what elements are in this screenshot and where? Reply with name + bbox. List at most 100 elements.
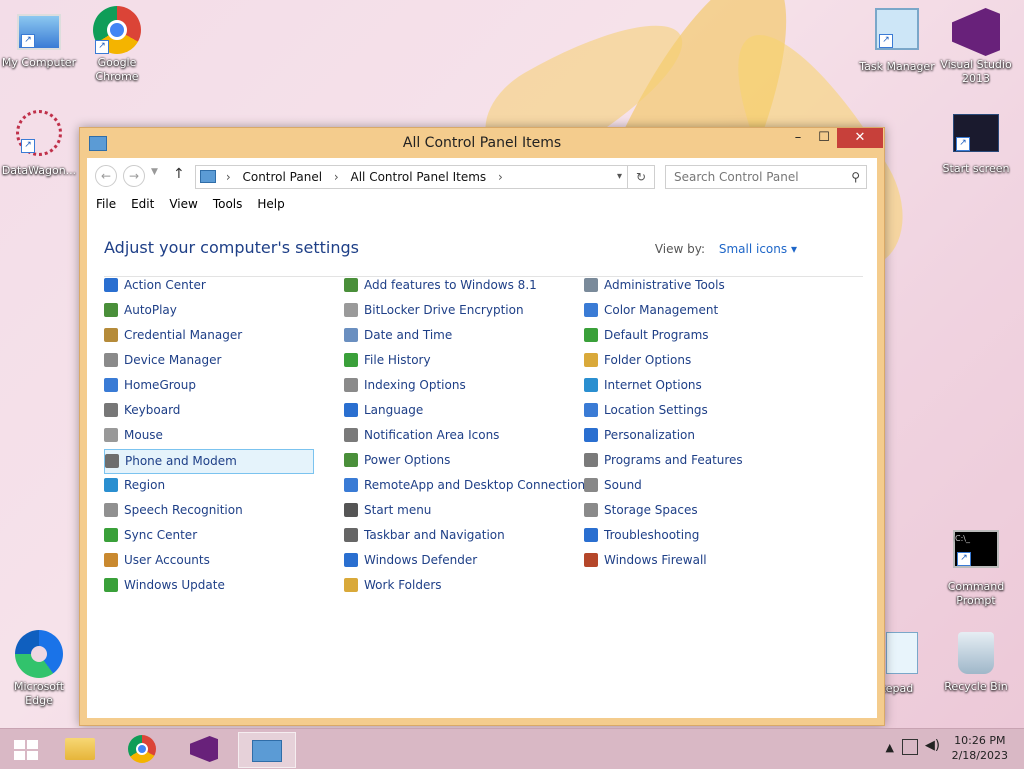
start-button[interactable] — [4, 732, 48, 766]
cp-item-label: File History — [364, 353, 431, 367]
cp-item-user-accounts[interactable]: User Accounts — [104, 549, 314, 574]
cp-item-label: Default Programs — [604, 328, 709, 342]
cp-item-windows-firewall[interactable]: Windows Firewall — [584, 549, 794, 574]
volume-icon[interactable]: ◀) — [925, 738, 940, 753]
cp-item-device-manager[interactable]: Device Manager — [104, 349, 314, 374]
cp-item-label: Sound — [604, 478, 642, 492]
start-menu-icon — [344, 503, 358, 517]
cp-item-indexing-options[interactable]: Indexing Options — [344, 374, 554, 399]
cp-item-windows-update[interactable]: Windows Update — [104, 574, 314, 599]
menu-view[interactable]: View — [169, 197, 197, 211]
cp-item-taskbar-and-navigation[interactable]: Taskbar and Navigation — [344, 524, 554, 549]
desktop-icon-recycle-bin[interactable]: Recycle Bin — [937, 632, 1015, 694]
taskbar-file-explorer[interactable] — [58, 732, 102, 766]
cp-item-date-and-time[interactable]: Date and Time — [344, 324, 554, 349]
cp-item-notification-area-icons[interactable]: Notification Area Icons — [344, 424, 554, 449]
cp-item-sound[interactable]: Sound — [584, 474, 794, 499]
show-hidden-icons[interactable]: ▲ — [886, 741, 894, 754]
menu-edit[interactable]: Edit — [131, 197, 154, 211]
cp-item-color-management[interactable]: Color Management — [584, 299, 794, 324]
cp-item-remoteapp-and-desktop-connections[interactable]: RemoteApp and Desktop Connections — [344, 474, 591, 499]
cp-item-power-options[interactable]: Power Options — [344, 449, 554, 474]
control-panel-window: All Control Panel Items – ☐ ✕ ← → ▼ ↑ › … — [79, 127, 885, 726]
desktop-icon-command-prompt[interactable]: C:\_ ↗ Command Prompt — [937, 530, 1015, 608]
maximize-button[interactable]: ☐ — [810, 128, 838, 148]
cp-item-start-menu[interactable]: Start menu — [344, 499, 554, 524]
cp-item-language[interactable]: Language — [344, 399, 554, 424]
cp-item-homegroup[interactable]: HomeGroup — [104, 374, 314, 399]
cp-item-personalization[interactable]: Personalization — [584, 424, 794, 449]
cp-item-label: HomeGroup — [124, 378, 196, 392]
cp-item-default-programs[interactable]: Default Programs — [584, 324, 794, 349]
search-input[interactable]: Search Control Panel ⚲ — [665, 165, 867, 189]
chevron-down-icon[interactable]: ▾ — [617, 166, 622, 188]
cp-item-label: Credential Manager — [124, 328, 243, 342]
date-and-time-icon — [344, 328, 358, 342]
cp-item-label: Region — [124, 478, 166, 492]
desktop-icon-datawagon[interactable]: ↗ DataWagon... — [0, 110, 78, 178]
network-icon[interactable] — [902, 739, 918, 755]
cp-item-windows-defender[interactable]: Windows Defender — [344, 549, 554, 574]
address-bar[interactable]: › Control Panel › All Control Panel Item… — [195, 165, 655, 189]
menu-help[interactable]: Help — [257, 197, 284, 211]
cp-item-credential-manager[interactable]: Credential Manager — [104, 324, 314, 349]
cp-item-sync-center[interactable]: Sync Center — [104, 524, 314, 549]
search-icon[interactable]: ⚲ — [851, 166, 860, 188]
language-icon — [344, 403, 358, 417]
cp-item-label: Keyboard — [124, 403, 181, 417]
clock[interactable]: 10:26 PM 2/18/2023 — [952, 733, 1008, 763]
cp-item-region[interactable]: Region — [104, 474, 314, 499]
taskbar-control-panel[interactable] — [238, 732, 296, 768]
desktop-icon-my-computer[interactable]: ↗ My Computer — [0, 8, 78, 70]
cp-item-folder-options[interactable]: Folder Options — [584, 349, 794, 374]
breadcrumb-all-items[interactable]: All Control Panel Items — [351, 170, 487, 184]
cp-item-label: Windows Update — [124, 578, 225, 592]
cp-item-location-settings[interactable]: Location Settings — [584, 399, 794, 424]
view-by-dropdown[interactable]: Small icons ▾ — [719, 242, 797, 256]
items-column: Action Center AutoPlay Credential Manager D… — [104, 274, 314, 599]
cp-item-bitlocker-drive-encryption[interactable]: BitLocker Drive Encryption — [344, 299, 554, 324]
desktop-icon-task-manager[interactable]: ↗ Task Manager — [858, 8, 936, 74]
items-column: Add features to Windows 8.1 BitLocker Dri… — [344, 274, 591, 599]
cp-item-storage-spaces[interactable]: Storage Spaces — [584, 499, 794, 524]
desktop-icon-start-screen[interactable]: ↗ Start screen — [937, 114, 1015, 176]
cp-item-label: RemoteApp and Desktop Connections — [364, 478, 592, 492]
up-arrow-icon[interactable]: ↑ — [173, 166, 185, 182]
desktop-icon-edge[interactable]: Microsoft Edge — [0, 630, 78, 708]
cp-item-troubleshooting[interactable]: Troubleshooting — [584, 524, 794, 549]
forward-arrow-icon[interactable]: → — [123, 165, 145, 187]
cp-item-autoplay[interactable]: AutoPlay — [104, 299, 314, 324]
user-accounts-icon — [104, 553, 118, 567]
sync-center-icon — [104, 528, 118, 542]
cp-item-mouse[interactable]: Mouse — [104, 424, 314, 449]
minimize-button[interactable]: – — [784, 128, 812, 148]
taskbar-visual-studio[interactable] — [182, 732, 226, 766]
windows-logo-icon — [14, 740, 38, 760]
cp-item-work-folders[interactable]: Work Folders — [344, 574, 554, 599]
cp-item-file-history[interactable]: File History — [344, 349, 554, 374]
taskbar-chrome[interactable] — [120, 732, 164, 766]
default-programs-icon — [584, 328, 598, 342]
command-prompt-icon: C:\_ ↗ — [953, 530, 999, 568]
task-manager-icon: ↗ — [875, 8, 919, 50]
menu-tools[interactable]: Tools — [213, 197, 243, 211]
breadcrumb-control-panel[interactable]: Control Panel — [242, 170, 322, 184]
desktop-icon-visual-studio[interactable]: Visual Studio 2013 — [937, 8, 1015, 86]
cp-item-administrative-tools[interactable]: Administrative Tools — [584, 274, 794, 299]
cp-item-programs-and-features[interactable]: Programs and Features — [584, 449, 794, 474]
cp-item-internet-options[interactable]: Internet Options — [584, 374, 794, 399]
cp-item-add-features-to-windows-8-1[interactable]: Add features to Windows 8.1 — [344, 274, 554, 299]
desktop-icon-chrome[interactable]: ↗ Google Chrome — [78, 6, 156, 84]
internet-options-icon — [584, 378, 598, 392]
title-bar[interactable]: All Control Panel Items – ☐ ✕ — [80, 128, 884, 158]
administrative-tools-icon — [584, 278, 598, 292]
recent-locations-icon[interactable]: ▼ — [151, 167, 158, 177]
menu-file[interactable]: File — [96, 197, 116, 211]
back-arrow-icon[interactable]: ← — [95, 165, 117, 187]
cp-item-speech-recognition[interactable]: Speech Recognition — [104, 499, 314, 524]
refresh-icon[interactable]: ↻ — [627, 166, 654, 188]
close-button[interactable]: ✕ — [837, 128, 883, 148]
cp-item-phone-and-modem[interactable]: Phone and Modem — [104, 449, 314, 474]
cp-item-keyboard[interactable]: Keyboard — [104, 399, 314, 424]
cp-item-action-center[interactable]: Action Center — [104, 274, 314, 299]
